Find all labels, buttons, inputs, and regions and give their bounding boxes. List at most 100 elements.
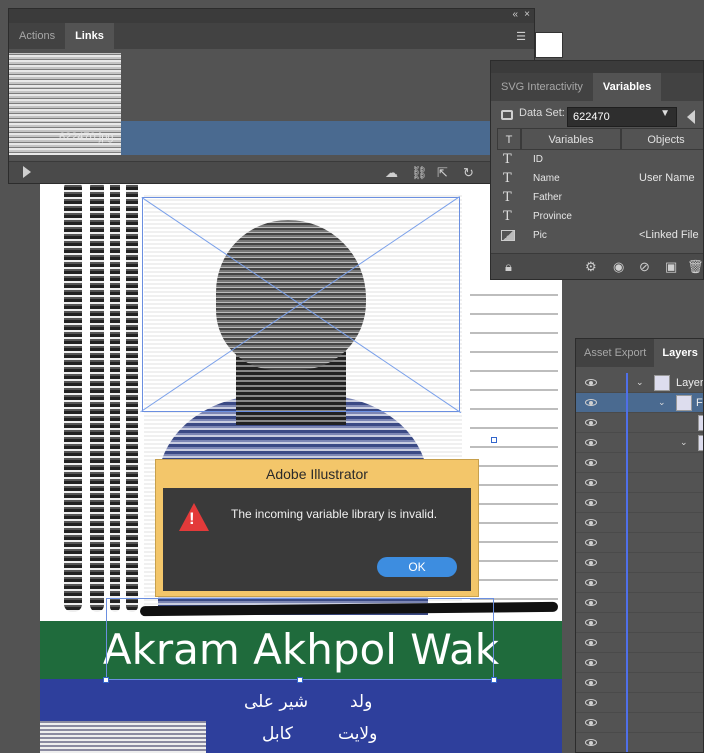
- eye-icon[interactable]: [585, 479, 597, 486]
- eye-icon[interactable]: [585, 579, 597, 586]
- scribble-decoration: [90, 180, 104, 612]
- urdu-father-label: ولد: [350, 692, 373, 712]
- eye-icon[interactable]: [585, 719, 597, 726]
- collapse-icon[interactable]: «: [512, 9, 518, 20]
- tab-links[interactable]: Links: [65, 23, 114, 49]
- trash-icon[interactable]: 🗑︎: [687, 259, 703, 275]
- layer-row[interactable]: [576, 553, 703, 573]
- tab-actions[interactable]: Actions: [9, 23, 65, 49]
- link-row[interactable]: [9, 53, 534, 87]
- cloud-link-icon[interactable]: ☁: [385, 165, 398, 181]
- relink-icon[interactable]: ⛓: [411, 165, 428, 181]
- layer-color-bar: [626, 433, 628, 453]
- layer-color-bar: [626, 393, 628, 413]
- selection-handle[interactable]: [491, 677, 497, 683]
- layer-color-bar: [626, 653, 628, 673]
- variable-row[interactable]: T Name User Name: [491, 169, 703, 188]
- chevron-down-icon[interactable]: ▼: [660, 108, 670, 119]
- layer-name: F: [696, 397, 703, 409]
- link-row[interactable]: [9, 87, 534, 121]
- eye-icon[interactable]: [585, 459, 597, 466]
- column-variables[interactable]: Variables: [521, 128, 621, 150]
- text-variable-icon: T: [503, 171, 512, 186]
- chevron-down-icon[interactable]: ⌄: [680, 437, 688, 448]
- eye-icon[interactable]: [585, 679, 597, 686]
- layer-row[interactable]: [576, 453, 703, 473]
- urdu-province-label: ولایت: [338, 724, 378, 744]
- layer-row[interactable]: ⌄ Layer: [576, 373, 703, 393]
- variables-toolbar: 🔒︎ ⚙ ◉ ⊘ ▣ 🗑︎: [491, 253, 703, 279]
- ok-button[interactable]: OK: [377, 557, 457, 577]
- eye-icon[interactable]: [585, 379, 597, 386]
- eye-icon[interactable]: [585, 419, 597, 426]
- update-link-icon[interactable]: ↻: [463, 165, 474, 181]
- variable-row[interactable]: T Province: [491, 207, 703, 226]
- eye-icon[interactable]: [585, 599, 597, 606]
- variable-name: Pic: [533, 230, 547, 241]
- chevron-down-icon[interactable]: ⌄: [658, 397, 666, 408]
- pattern-column: [470, 290, 558, 610]
- layer-row[interactable]: [576, 713, 703, 733]
- make-dynamic-icon[interactable]: ⚙: [585, 259, 597, 275]
- lock-icon[interactable]: 🔒︎: [505, 259, 512, 275]
- eye-icon[interactable]: [585, 519, 597, 526]
- layer-color-bar: [626, 633, 628, 653]
- layer-row[interactable]: [576, 693, 703, 713]
- dataset-select[interactable]: 622470 ▼: [567, 107, 677, 127]
- play-icon[interactable]: [23, 166, 31, 178]
- eye-icon[interactable]: [585, 659, 597, 666]
- make-visible-icon[interactable]: ◉: [613, 259, 624, 275]
- layer-row-selected[interactable]: ⌄ F: [576, 393, 703, 413]
- link-row-selected[interactable]: 622470.jpg: [9, 121, 534, 155]
- tab-asset-export[interactable]: Asset Export: [576, 339, 654, 367]
- close-icon[interactable]: ×: [524, 9, 530, 20]
- selection-box-text[interactable]: [106, 598, 494, 680]
- layer-row[interactable]: [576, 633, 703, 653]
- layer-row[interactable]: [576, 613, 703, 633]
- variable-row[interactable]: T ID: [491, 150, 703, 169]
- goto-link-icon[interactable]: ⇱: [437, 165, 448, 181]
- layer-row[interactable]: [576, 593, 703, 613]
- layer-row[interactable]: [576, 653, 703, 673]
- color-swatch[interactable]: [535, 32, 563, 58]
- variable-row[interactable]: T Father: [491, 188, 703, 207]
- layer-row[interactable]: [576, 733, 703, 752]
- new-variable-icon[interactable]: ▣: [665, 259, 677, 275]
- layer-color-bar: [626, 693, 628, 713]
- layer-row[interactable]: [576, 493, 703, 513]
- previous-dataset-icon[interactable]: [687, 110, 695, 124]
- layer-row[interactable]: [576, 513, 703, 533]
- eye-icon[interactable]: [585, 399, 597, 406]
- image-variable-icon: [501, 230, 515, 241]
- panel-menu-icon[interactable]: ☰: [516, 30, 526, 43]
- eye-icon[interactable]: [585, 739, 597, 746]
- eye-icon[interactable]: [585, 439, 597, 446]
- camera-icon[interactable]: [501, 110, 513, 120]
- layer-row[interactable]: ⌄: [576, 433, 703, 453]
- tab-variables[interactable]: Variables: [592, 73, 662, 101]
- layer-row[interactable]: [576, 573, 703, 593]
- variable-row[interactable]: Pic <Linked File: [491, 226, 703, 245]
- column-type: T: [497, 128, 521, 150]
- eye-icon[interactable]: [585, 539, 597, 546]
- chevron-down-icon[interactable]: ⌄: [636, 377, 644, 388]
- tab-layers[interactable]: Layers: [654, 339, 703, 367]
- selection-handle[interactable]: [491, 437, 497, 443]
- selection-handle[interactable]: [297, 677, 303, 683]
- layer-row[interactable]: [576, 533, 703, 553]
- text-variable-icon: T: [503, 209, 512, 224]
- unbind-icon[interactable]: ⊘: [639, 259, 650, 275]
- eye-icon[interactable]: [585, 559, 597, 566]
- layer-color-bar: [626, 573, 628, 593]
- tab-svg-interactivity[interactable]: SVG Interactivity: [491, 73, 593, 101]
- layer-color-bar: [626, 613, 628, 633]
- eye-icon[interactable]: [585, 499, 597, 506]
- eye-icon[interactable]: [585, 619, 597, 626]
- eye-icon[interactable]: [585, 699, 597, 706]
- layer-row[interactable]: [576, 413, 703, 433]
- eye-icon[interactable]: [585, 639, 597, 646]
- selection-handle[interactable]: [103, 677, 109, 683]
- layer-row[interactable]: [576, 473, 703, 493]
- layer-row[interactable]: [576, 673, 703, 693]
- column-objects[interactable]: Objects: [621, 128, 703, 150]
